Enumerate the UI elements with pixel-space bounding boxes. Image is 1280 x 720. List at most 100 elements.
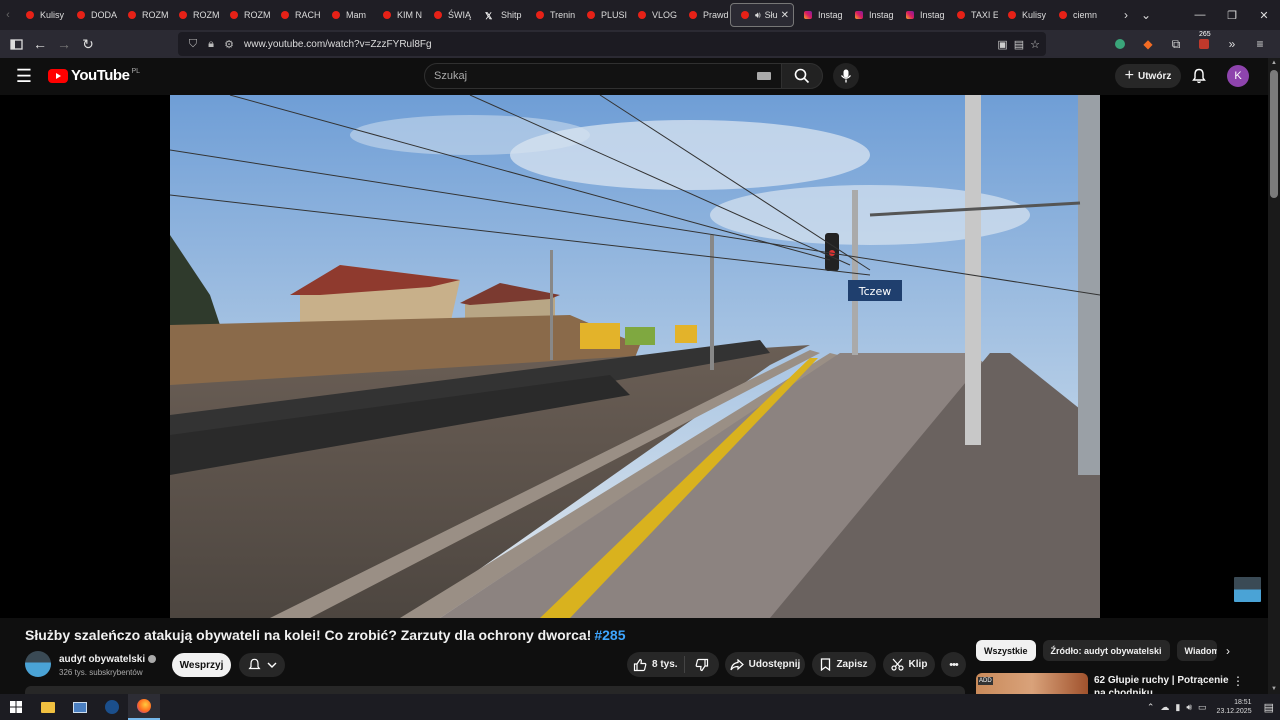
extension-badge: 265 [1198,31,1212,38]
tab-audio-speaker-icon[interactable]: 🔊︎ [755,10,761,21]
browser-tab[interactable]: Trenin [526,3,577,27]
clock[interactable]: 18:51 23.12.2025 [1217,698,1252,716]
page-scrollbar[interactable]: ▲ ▼ [1268,58,1280,694]
browser-tab[interactable]: ŚWIĄ [424,3,475,27]
browser-tab[interactable]: Kulisy [16,3,67,27]
network-icon[interactable]: ▭ [1198,702,1207,713]
browser-tab[interactable]: Kulisy [998,3,1049,27]
browser-tab[interactable]: Instag [794,3,845,27]
browser-tab[interactable]: VLOG [628,3,679,27]
recommended-video-thumbnail[interactable]: ADD [976,673,1088,694]
tab-scroll-left-button[interactable]: ‹ [0,0,16,30]
subscription-bell-button[interactable] [239,653,285,677]
tracking-shield-icon[interactable]: ⛉ [184,38,202,51]
tray-overflow-icon[interactable]: ⌃ [1147,702,1155,713]
tab-active[interactable]: 🔊︎ Słu ✕ [730,3,794,27]
steam-icon[interactable] [96,694,128,720]
youtube-logo[interactable]: YouTube PL [48,67,140,84]
browser-tab[interactable]: Mam [322,3,373,27]
tab-scroll-right-button[interactable]: › [1116,0,1136,30]
url-input[interactable] [244,38,844,50]
fox-extension-icon[interactable]: ◆ [1136,32,1160,56]
chip-source-channel[interactable]: Źródło: audyt obywatelski [1042,640,1170,661]
save-button[interactable]: Zapisz [812,652,876,677]
create-button[interactable]: + Utwórz [1115,64,1181,88]
video-player[interactable]: Tczew [0,95,1268,618]
more-tools-button[interactable]: » [1220,32,1244,56]
firefox-icon[interactable] [128,694,160,720]
dislike-button[interactable] [685,658,719,672]
like-button[interactable]: 8 tys. [627,656,685,673]
close-window-button[interactable]: ✕ [1248,0,1280,30]
search-input[interactable] [434,70,734,82]
browser-tab[interactable]: 𝕏 Shitp [475,3,526,27]
recommended-video-title[interactable]: 62 Głupie ruchy | Potrącenie na chodniku [1094,674,1229,694]
remote-desktop-icon[interactable] [64,694,96,720]
notifications-center-icon[interactable]: ▤ [1264,701,1274,714]
recommended-more-icon[interactable]: ⋮ [1232,674,1244,688]
adblock-extension-icon[interactable]: 265 [1192,31,1216,56]
browser-tab[interactable]: KIM N [373,3,424,27]
more-actions-button[interactable]: ••• [941,652,966,677]
page-settings-icon[interactable]: ⚙︎ [220,38,238,51]
windows-start-icon[interactable] [0,694,32,720]
browser-tab[interactable]: Prawd [679,3,730,27]
voice-search-button[interactable] [833,63,859,89]
scroll-down-arrow[interactable]: ▼ [1270,686,1278,692]
address-bar[interactable]: ⛉ 🔒︎ ⚙︎ ▣ ▤ ☆ [178,32,1046,56]
tab-label: Mam [346,10,366,20]
browser-tab[interactable]: Instag [845,3,896,27]
menu-hamburger-icon[interactable]: ☰ [14,66,34,86]
account-avatar[interactable]: K [1227,65,1249,87]
chip-news[interactable]: Wiadom [1176,640,1217,661]
clip-button[interactable]: Klip [883,652,935,677]
scrollbar-thumb[interactable] [1270,70,1278,198]
browser-tab[interactable]: Instag [896,3,947,27]
chip-all[interactable]: Wszystkie [976,640,1036,661]
sidebar-toggle-icon[interactable] [4,32,28,56]
channel-watermark[interactable] [1234,577,1261,602]
back-button[interactable]: ← [28,32,52,56]
vpn-extension-icon[interactable] [1108,32,1132,56]
usb-icon[interactable]: ▮ [1175,702,1180,713]
lock-icon[interactable]: 🔒︎ [202,38,220,51]
browser-tab[interactable]: ROZM [220,3,271,27]
keyboard-icon[interactable] [757,72,771,80]
video-frame[interactable]: Tczew [170,95,1100,618]
app-menu-button[interactable]: ≡ [1248,32,1272,56]
minimize-button[interactable]: — [1184,0,1216,30]
onedrive-icon[interactable]: ☁ [1160,702,1169,713]
reader-view-icon[interactable]: ▤ [1014,38,1024,51]
browser-tab[interactable]: ROZM [169,3,220,27]
search-button[interactable] [781,63,823,89]
youtube-favicon-icon [689,11,697,19]
picture-in-picture-icon[interactable]: ▣ [997,38,1007,51]
tab-label: RACH [295,10,321,20]
restore-button[interactable]: ❐ [1216,0,1248,30]
browser-tab[interactable]: PLUSI [577,3,628,27]
file-explorer-icon[interactable] [32,694,64,720]
bookmark-star-icon[interactable]: ☆ [1030,38,1040,51]
browser-tab[interactable]: ciemn [1049,3,1100,27]
channel-avatar[interactable] [25,651,51,677]
support-button[interactable]: Wesprzyj [172,653,231,677]
tab-close-icon[interactable]: ✕ [781,10,789,21]
description-box[interactable] [25,686,965,694]
video-hashtag[interactable]: #285 [594,627,625,643]
browser-tab[interactable]: DODA [67,3,118,27]
scroll-up-arrow[interactable]: ▲ [1270,60,1278,66]
tab-list-dropdown-button[interactable]: ⌄ [1136,0,1156,30]
extensions-puzzle-icon[interactable]: ⧉ [1164,32,1188,56]
browser-tab[interactable]: RACH [271,3,322,27]
channel-name[interactable]: audyt obywatelski [59,654,145,665]
forward-button[interactable]: → [52,32,76,56]
browser-tab[interactable]: ROZM [118,3,169,27]
share-button[interactable]: Udostępnij [725,652,805,677]
window-controls: — ❐ ✕ [1184,0,1280,30]
channel-name-row[interactable]: audyt obywatelski [59,654,157,665]
browser-tab[interactable]: TAXI E [947,3,998,27]
reload-button[interactable]: ↻ [76,32,100,56]
volume-icon[interactable]: 🔊︎ [1186,702,1192,713]
chips-next-chevron-icon[interactable]: › [1218,640,1238,661]
notifications-button[interactable] [1189,66,1209,86]
